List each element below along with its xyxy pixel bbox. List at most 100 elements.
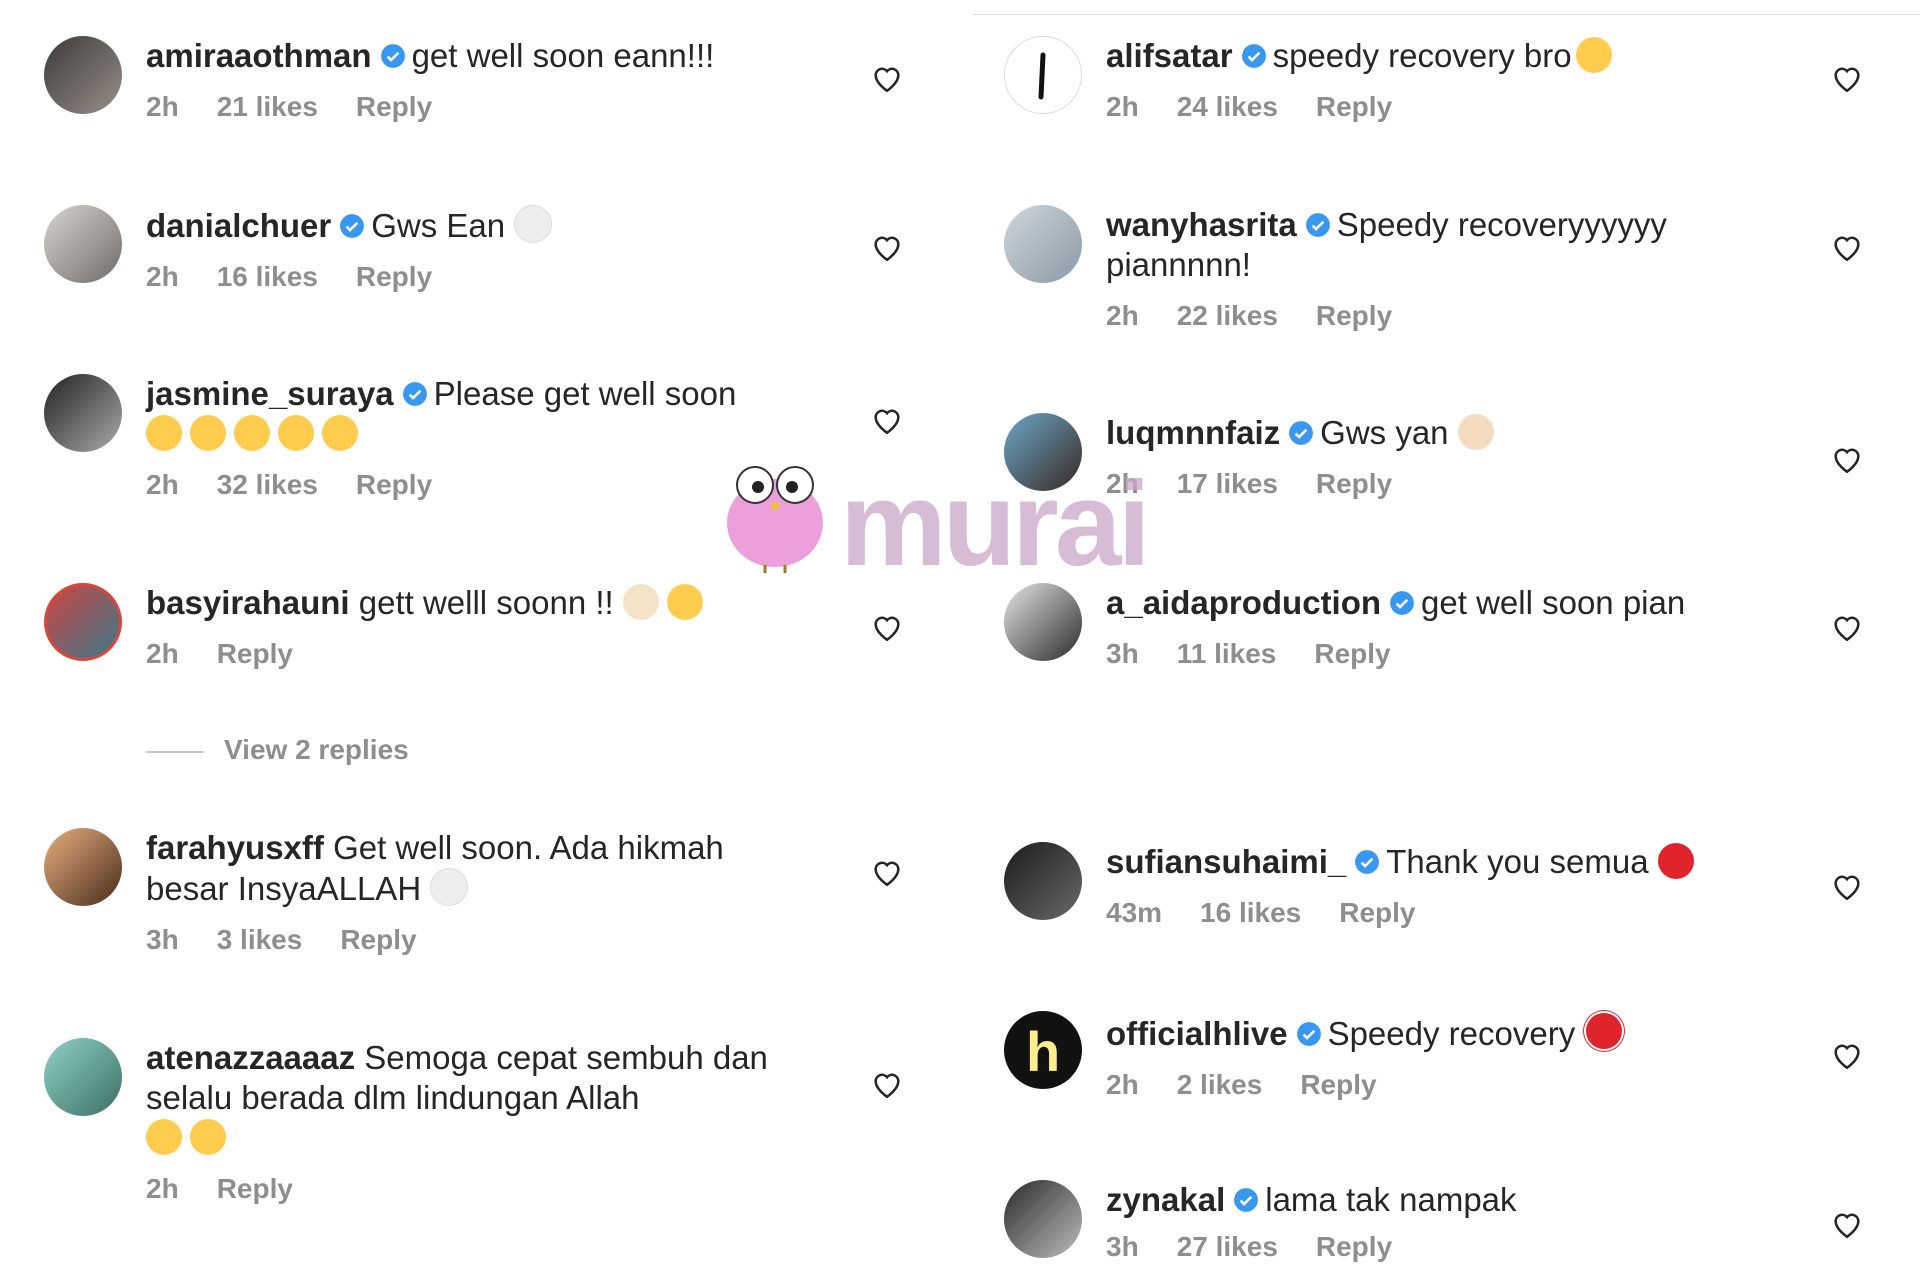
reply-button[interactable]: Reply [217,1173,293,1204]
likes-count[interactable]: 16 likes [1200,897,1301,928]
avatar[interactable] [44,205,122,283]
verified-badge-icon [1296,1022,1321,1046]
like-heart-icon[interactable] [1830,1208,1864,1240]
like-heart-icon[interactable] [1830,443,1864,475]
raising-hands-icon [622,584,659,620]
like-heart-icon[interactable] [1830,611,1864,643]
verified-badge-icon [340,214,365,238]
avatar[interactable] [1004,205,1082,283]
reply-button[interactable]: Reply [356,91,432,122]
username[interactable]: sufiansuhaimi_ [1106,843,1346,880]
username[interactable]: atenazzaaaaz [146,1039,355,1076]
username[interactable]: amiraaothman [146,37,372,74]
likes-count[interactable]: 17 likes [1177,468,1278,499]
avatar[interactable] [1004,1180,1082,1258]
replies-dash [146,750,204,753]
username[interactable]: farahyusxff [146,829,324,866]
pleading-face-icon [278,415,314,451]
avatar[interactable] [44,828,122,906]
reply-button[interactable]: Reply [1300,1069,1376,1100]
verified-badge-icon [1355,850,1380,874]
comments-column-right: alifsatar speedy recovery bro 2h 24 likes R… [960,0,1920,1280]
likes-count[interactable]: 21 likes [217,91,318,122]
avatar[interactable] [1004,36,1082,114]
like-heart-icon[interactable] [870,62,904,94]
timestamp: 2h [1106,1069,1139,1100]
likes-count[interactable]: 16 likes [217,261,318,292]
pleading-face-icon [234,415,270,451]
username[interactable]: danialchuer [146,207,331,244]
avatar[interactable] [1004,413,1082,491]
username[interactable]: luqmnnfaiz [1106,414,1280,451]
username[interactable]: zynakal [1106,1181,1225,1218]
avatar[interactable] [44,36,122,114]
avatar[interactable] [44,1038,122,1116]
likes-count[interactable]: 32 likes [217,469,318,500]
comment-text: gett welll soonn !! [358,584,614,621]
like-heart-icon[interactable] [1830,231,1864,263]
likes-count[interactable]: 11 likes [1177,638,1277,669]
avatar[interactable] [1004,842,1082,920]
like-heart-icon[interactable] [870,1068,904,1100]
avatar[interactable] [44,583,122,661]
timestamp: 2h [146,261,179,292]
view-replies-button[interactable]: View 2 replies [146,734,409,766]
username[interactable]: a_aidaproduction [1106,584,1381,621]
comment-text: get well soon eann!!! [411,37,715,74]
timestamp: 2h [146,1173,179,1204]
timestamp: 3h [1106,638,1139,669]
like-heart-icon[interactable] [870,404,904,436]
h-logo: h [1026,1020,1060,1083]
verified-badge-icon [1289,421,1314,445]
username[interactable]: basyirahauni [146,584,350,621]
pleading-face-icon [322,415,358,451]
verified-badge-icon [380,44,405,68]
avatar[interactable] [44,374,122,452]
verified-badge-icon [402,382,427,406]
like-heart-icon[interactable] [870,611,904,643]
pleading-face-icon [666,584,703,620]
reply-button[interactable]: Reply [1339,897,1415,928]
comment-text: lama tak nampak [1265,1181,1517,1218]
reply-button[interactable]: Reply [1316,91,1392,122]
username[interactable]: jasmine_suraya [146,375,394,412]
emoji-row [146,1118,786,1158]
calligraphy-logo [1038,52,1046,100]
emoji-row [146,414,786,454]
like-heart-icon[interactable] [1830,870,1864,902]
reply-button[interactable]: Reply [356,261,432,292]
likes-count[interactable]: 3 likes [217,924,303,955]
like-heart-icon[interactable] [1830,62,1864,94]
comment-text: Speedy recovery [1327,1015,1576,1052]
verified-badge-icon [1241,44,1266,68]
pleading-face-icon [146,415,182,451]
timestamp: 2h [146,638,179,669]
likes-count[interactable]: 27 likes [1177,1231,1278,1262]
comment-text: Please get well soon [433,375,737,412]
open-hands-icon [146,1119,182,1155]
likes-count[interactable]: 2 likes [1177,1069,1263,1100]
avatar[interactable] [1004,583,1082,661]
white-heart-icon [430,868,469,906]
flexed-biceps-icon [190,1119,226,1155]
username[interactable]: officialhlive [1106,1015,1288,1052]
like-heart-icon[interactable] [870,231,904,263]
reply-button[interactable]: Reply [340,924,416,955]
reply-button[interactable]: Reply [1314,638,1390,669]
reply-button[interactable]: Reply [1316,1231,1392,1262]
username[interactable]: alifsatar [1106,37,1233,74]
reply-button[interactable]: Reply [217,638,293,669]
avatar[interactable]: h [1004,1011,1082,1089]
verified-badge-icon [1305,213,1330,237]
like-heart-icon[interactable] [1830,1039,1864,1071]
username[interactable]: wanyhasrita [1106,206,1297,243]
likes-count[interactable]: 24 likes [1177,91,1278,122]
reply-button[interactable]: Reply [1316,468,1392,499]
timestamp: 2h [1106,468,1139,499]
like-heart-icon[interactable] [870,856,904,888]
likes-count[interactable]: 22 likes [1177,300,1278,331]
timestamp: 2h [146,469,179,500]
reply-button[interactable]: Reply [356,469,432,500]
timestamp: 43m [1106,897,1163,928]
reply-button[interactable]: Reply [1316,300,1392,331]
